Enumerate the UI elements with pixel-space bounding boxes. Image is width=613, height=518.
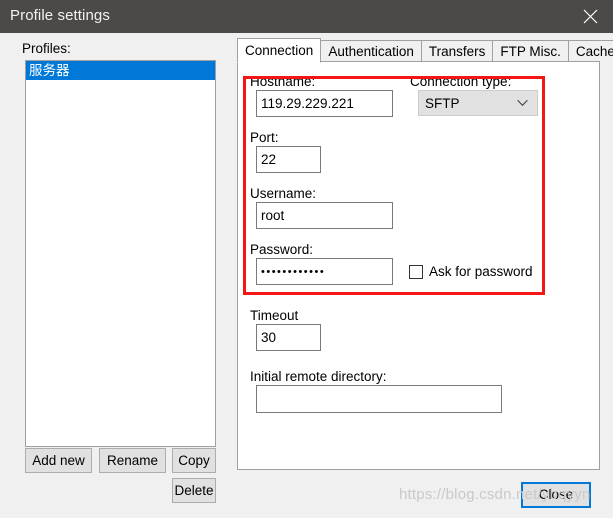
connection-tab-panel: Hostname: 119.29.229.221 Connection type… (237, 61, 600, 470)
initial-remote-directory-label: Initial remote directory: (250, 369, 387, 384)
window-title: Profile settings (10, 7, 110, 24)
close-button[interactable]: Close (521, 482, 591, 508)
profiles-listbox[interactable]: 服务器 (25, 60, 216, 447)
tab-cache[interactable]: Cache (567, 40, 613, 62)
profile-settings-dialog: Profile settings Profiles: 服务器 Add new R… (0, 0, 613, 518)
profiles-label: Profiles: (22, 41, 71, 56)
ask-for-password-label: Ask for password (429, 264, 533, 279)
copy-button[interactable]: Copy (172, 448, 216, 473)
password-label: Password: (250, 242, 314, 257)
port-input[interactable]: 22 (256, 146, 321, 173)
initial-remote-directory-input[interactable] (256, 385, 502, 413)
connection-type-select[interactable]: SFTP (418, 90, 538, 116)
tab-authentication[interactable]: Authentication (320, 40, 422, 62)
timeout-input[interactable]: 30 (256, 324, 321, 351)
checkbox-box-icon (409, 264, 423, 279)
hostname-input[interactable]: 119.29.229.221 (256, 90, 393, 117)
close-x-icon (583, 9, 597, 24)
rename-button[interactable]: Rename (99, 448, 166, 473)
tab-transfers[interactable]: Transfers (420, 40, 494, 62)
ask-for-password-checkbox[interactable]: Ask for password (409, 258, 533, 285)
delete-button[interactable]: Delete (172, 478, 216, 503)
window-titlebar: Profile settings (0, 0, 613, 33)
password-input[interactable]: •••••••••••• (256, 258, 393, 285)
username-label: Username: (250, 186, 317, 201)
window-close-button[interactable] (567, 0, 613, 33)
username-input[interactable]: root (256, 202, 393, 229)
add-new-button[interactable]: Add new (25, 448, 92, 473)
connection-type-label: Connection type: (410, 74, 512, 89)
tab-strip: Connection Authentication Transfers FTP … (237, 38, 613, 63)
connection-type-value: SFTP (425, 95, 460, 111)
port-label: Port: (250, 130, 279, 145)
timeout-label: Timeout (250, 308, 299, 323)
tab-connection[interactable]: Connection (237, 38, 322, 63)
chevron-down-icon (517, 99, 528, 107)
tab-ftp-misc[interactable]: FTP Misc. (492, 40, 569, 62)
list-item[interactable]: 服务器 (26, 61, 215, 80)
hostname-label: Hostname: (250, 74, 316, 89)
